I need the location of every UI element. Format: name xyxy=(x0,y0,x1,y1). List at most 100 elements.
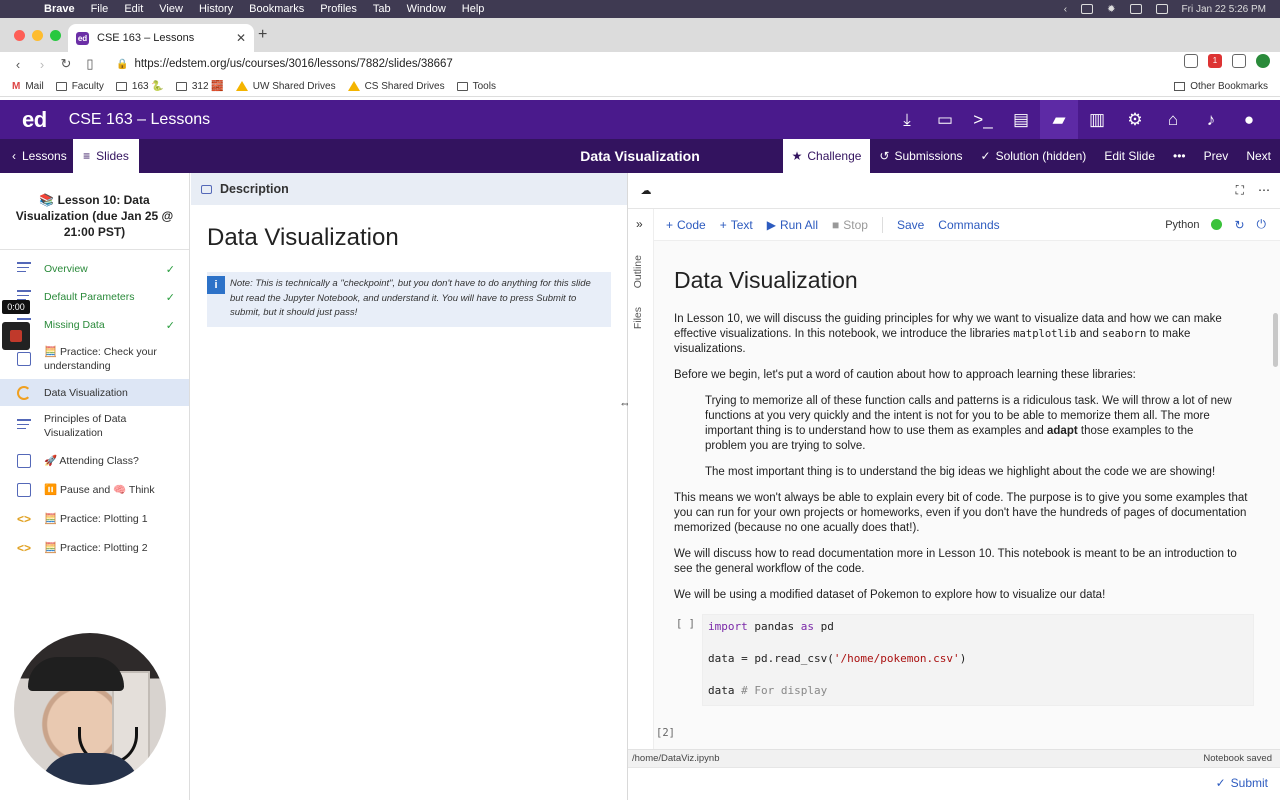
menu-help[interactable]: Help xyxy=(462,3,485,15)
menu-app-name[interactable]: Brave xyxy=(44,3,75,15)
home-icon[interactable]: ⌂ xyxy=(1154,100,1192,139)
sidebar-item-pause-think[interactable]: ⏸️ Pause and 🧠 Think xyxy=(0,475,189,504)
status-icon[interactable] xyxy=(1081,4,1094,14)
prev-label: Prev xyxy=(1203,149,1229,163)
analytics-icon[interactable]: ▥ xyxy=(1078,100,1116,139)
battery-icon[interactable] xyxy=(1129,4,1142,14)
power-icon[interactable]: ⏻ xyxy=(1257,217,1267,232)
control-center-icon[interactable] xyxy=(1155,4,1168,14)
tab-submissions[interactable]: ↺ Submissions xyxy=(870,139,971,173)
quote-paragraph: Trying to memorize all of these function… xyxy=(705,394,1234,454)
clock[interactable]: Fri Jan 22 5:26 PM xyxy=(1182,4,1266,15)
code-line: import pandas as pd xyxy=(708,619,1247,651)
notebook-cells: Data Visualization In Lesson 10, we will… xyxy=(674,255,1254,706)
expand-icon[interactable]: » xyxy=(636,217,643,231)
bell-icon[interactable]: ♪ xyxy=(1192,100,1230,139)
code-token: data = pd.read_csv( xyxy=(708,652,834,665)
clipboard-icon[interactable]: ▤ xyxy=(1002,100,1040,139)
lessons-book-icon[interactable]: ▰ xyxy=(1040,100,1078,139)
tab-outline[interactable]: Outline xyxy=(632,255,644,288)
close-window-icon[interactable] xyxy=(14,30,25,41)
menu-view[interactable]: View xyxy=(159,3,183,15)
edit-slide-button[interactable]: Edit Slide xyxy=(1095,139,1164,173)
code-cell[interactable]: [ ] import pandas as pd data = pd.read_c… xyxy=(674,614,1254,706)
menu-edit[interactable]: Edit xyxy=(124,3,143,15)
fullscreen-icon[interactable]: ⛶ xyxy=(1236,183,1244,198)
menu-profiles[interactable]: Profiles xyxy=(320,3,357,15)
bookmark-icon[interactable]: ▯ xyxy=(78,56,102,72)
more-vertical-icon[interactable]: ⋯ xyxy=(1258,183,1270,198)
download-icon[interactable]: ⤓ xyxy=(888,100,926,139)
sidebar-item-principles[interactable]: Principles of Data Visualization xyxy=(0,406,189,446)
brave-shield-icon[interactable] xyxy=(1184,54,1198,68)
play-icon: ▶ xyxy=(766,217,776,232)
info-icon: i xyxy=(207,276,225,294)
stop-button[interactable]: ■ Stop xyxy=(832,218,868,232)
reload-icon[interactable]: ↻ xyxy=(54,56,78,72)
forward-icon[interactable]: › xyxy=(30,57,54,72)
tab-solution[interactable]: ✓ Solution (hidden) xyxy=(972,139,1096,173)
code-source[interactable]: import pandas as pd data = pd.read_csv('… xyxy=(702,614,1254,706)
user-icon[interactable]: ● xyxy=(1230,100,1268,139)
kernel-status-dot-icon xyxy=(1211,219,1223,230)
new-tab-icon[interactable]: + xyxy=(258,26,267,44)
more-options-button[interactable]: ••• xyxy=(1164,139,1195,173)
back-icon[interactable]: ‹ xyxy=(6,57,30,72)
mail-extension-icon[interactable]: 1 xyxy=(1208,54,1222,68)
menu-file[interactable]: File xyxy=(91,3,109,15)
commands-button[interactable]: Commands xyxy=(938,218,999,232)
prev-button[interactable]: Prev xyxy=(1195,139,1238,173)
run-all-button[interactable]: ▶ Run All xyxy=(767,218,818,232)
add-code-button[interactable]: + Code xyxy=(666,218,706,232)
sidebar-item-plotting-2[interactable]: <> 🧮 Practice: Plotting 2 xyxy=(0,533,189,562)
bookmark-uw-drives[interactable]: UW Shared Drives xyxy=(235,81,336,92)
notebook-scrollbar[interactable] xyxy=(1273,313,1278,367)
bookmark-cs-drives[interactable]: CS Shared Drives xyxy=(347,81,445,92)
bookmark-faculty[interactable]: Faculty xyxy=(55,81,104,92)
sidebar-item-overview[interactable]: Overview ✓ xyxy=(0,255,189,283)
minimize-window-icon[interactable] xyxy=(32,30,43,41)
zoom-window-icon[interactable] xyxy=(50,30,61,41)
stop-recording-button[interactable] xyxy=(2,322,30,350)
close-tab-icon[interactable]: ✕ xyxy=(236,31,246,45)
next-button[interactable]: Next xyxy=(1237,139,1280,173)
tab-challenge[interactable]: ★ Challenge xyxy=(782,139,871,173)
quote-paragraph: The most important thing is to understan… xyxy=(705,466,1216,478)
code-line: data # For display xyxy=(708,683,1247,699)
menu-bookmarks[interactable]: Bookmarks xyxy=(249,3,304,15)
sidebar-item-plotting-1[interactable]: <> 🧮 Practice: Plotting 1 xyxy=(0,504,189,533)
plus-icon: + xyxy=(719,217,727,232)
tab-files[interactable]: Files xyxy=(632,307,644,329)
chevron-left-icon[interactable]: ‹ xyxy=(1064,4,1067,15)
slides-button[interactable]: ≡ Slides xyxy=(73,139,139,173)
bookmark-tools[interactable]: Tools xyxy=(456,81,496,92)
menu-tab[interactable]: Tab xyxy=(373,3,391,15)
restart-kernel-icon[interactable]: ↻ xyxy=(1234,218,1244,232)
other-bookmarks[interactable]: Other Bookmarks xyxy=(1174,81,1268,92)
menu-history[interactable]: History xyxy=(199,3,233,15)
ed-logo[interactable]: ed xyxy=(22,107,47,133)
url-field[interactable]: 🔒 https://edstem.org/us/courses/3016/les… xyxy=(116,55,453,73)
dataset-paragraph: We will be using a modified dataset of P… xyxy=(674,589,1106,601)
save-button[interactable]: Save xyxy=(897,218,924,232)
discussion-icon[interactable]: ▭ xyxy=(926,100,964,139)
code-keyword: import xyxy=(708,620,748,633)
bookmark-163[interactable]: 163 🐍 xyxy=(115,81,164,92)
submit-button[interactable]: ✓ Submit xyxy=(1216,776,1268,790)
browser-tab[interactable]: ed CSE 163 – Lessons ✕ xyxy=(68,24,254,52)
sidebar-item-data-visualization[interactable]: Data Visualization xyxy=(0,379,189,406)
bookmark-label: 312 🧱 xyxy=(191,80,224,92)
add-text-button[interactable]: + Text xyxy=(720,218,753,232)
terminal-icon[interactable]: >_ xyxy=(964,100,1002,139)
settings-gear-icon[interactable]: ⚙ xyxy=(1116,100,1154,139)
bookmark-mail[interactable]: M Mail xyxy=(12,81,44,92)
sidebar-item-attending-class[interactable]: 🚀 Attending Class? xyxy=(0,446,189,475)
check-icon: ✓ xyxy=(165,263,175,276)
bookmark-312[interactable]: 312 🧱 xyxy=(175,80,224,92)
menu-window[interactable]: Window xyxy=(407,3,446,15)
lessons-back-button[interactable]: ‹ Lessons xyxy=(12,149,67,163)
gear-icon[interactable]: ✹ xyxy=(1107,4,1115,15)
cloud-icon[interactable]: ☁ xyxy=(638,183,654,199)
puzzle-icon[interactable] xyxy=(1232,54,1246,68)
profile-icon[interactable] xyxy=(1256,54,1270,68)
